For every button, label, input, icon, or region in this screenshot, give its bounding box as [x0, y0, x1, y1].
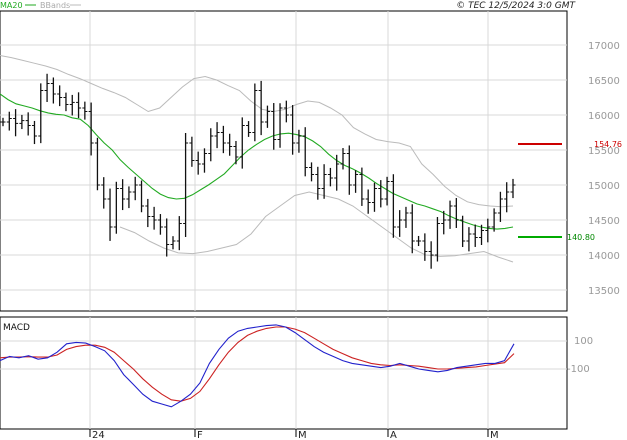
x-tick-label: 24: [92, 430, 105, 440]
price-panel-frame: [0, 10, 568, 312]
x-tick-label: M: [490, 430, 499, 440]
price-y-tick-label: 16500: [588, 76, 620, 87]
chart-canvas: MA20 BBands © TEC 12/5/2024 3:0 GMT 1350…: [0, 1, 622, 440]
price-y-axis: 1350014000145001500015500160001650017000: [588, 41, 620, 297]
price-y-tick-label: 15000: [588, 181, 620, 192]
price-y-tick-label: 14000: [588, 251, 620, 262]
price-y-tick-label: 13500: [588, 286, 620, 297]
copyright-text: © TEC 12/5/2024 3:0 GMT: [456, 1, 576, 11]
x-tick-label: F: [197, 430, 203, 440]
price-y-tick-label: 14500: [588, 216, 620, 227]
resistance-label: 154.76: [594, 140, 622, 149]
macd-label: MACD: [3, 323, 30, 333]
support-label: 140.80: [567, 233, 595, 242]
macd-tick-minus-100: -100: [567, 364, 590, 375]
price-y-tick-label: 17000: [588, 41, 620, 52]
legend-ma20: MA20: [0, 1, 23, 10]
legend: MA20 BBands: [0, 1, 81, 10]
x-tick-label: A: [390, 430, 397, 440]
x-tick-label: M: [298, 430, 307, 440]
macd-tick-100: 100: [574, 336, 593, 347]
macd-panel-frame: [0, 316, 568, 430]
legend-bbands: BBands: [40, 1, 70, 10]
x-axis: 24 F M A M: [89, 429, 499, 440]
price-y-tick-label: 16000: [588, 111, 620, 122]
